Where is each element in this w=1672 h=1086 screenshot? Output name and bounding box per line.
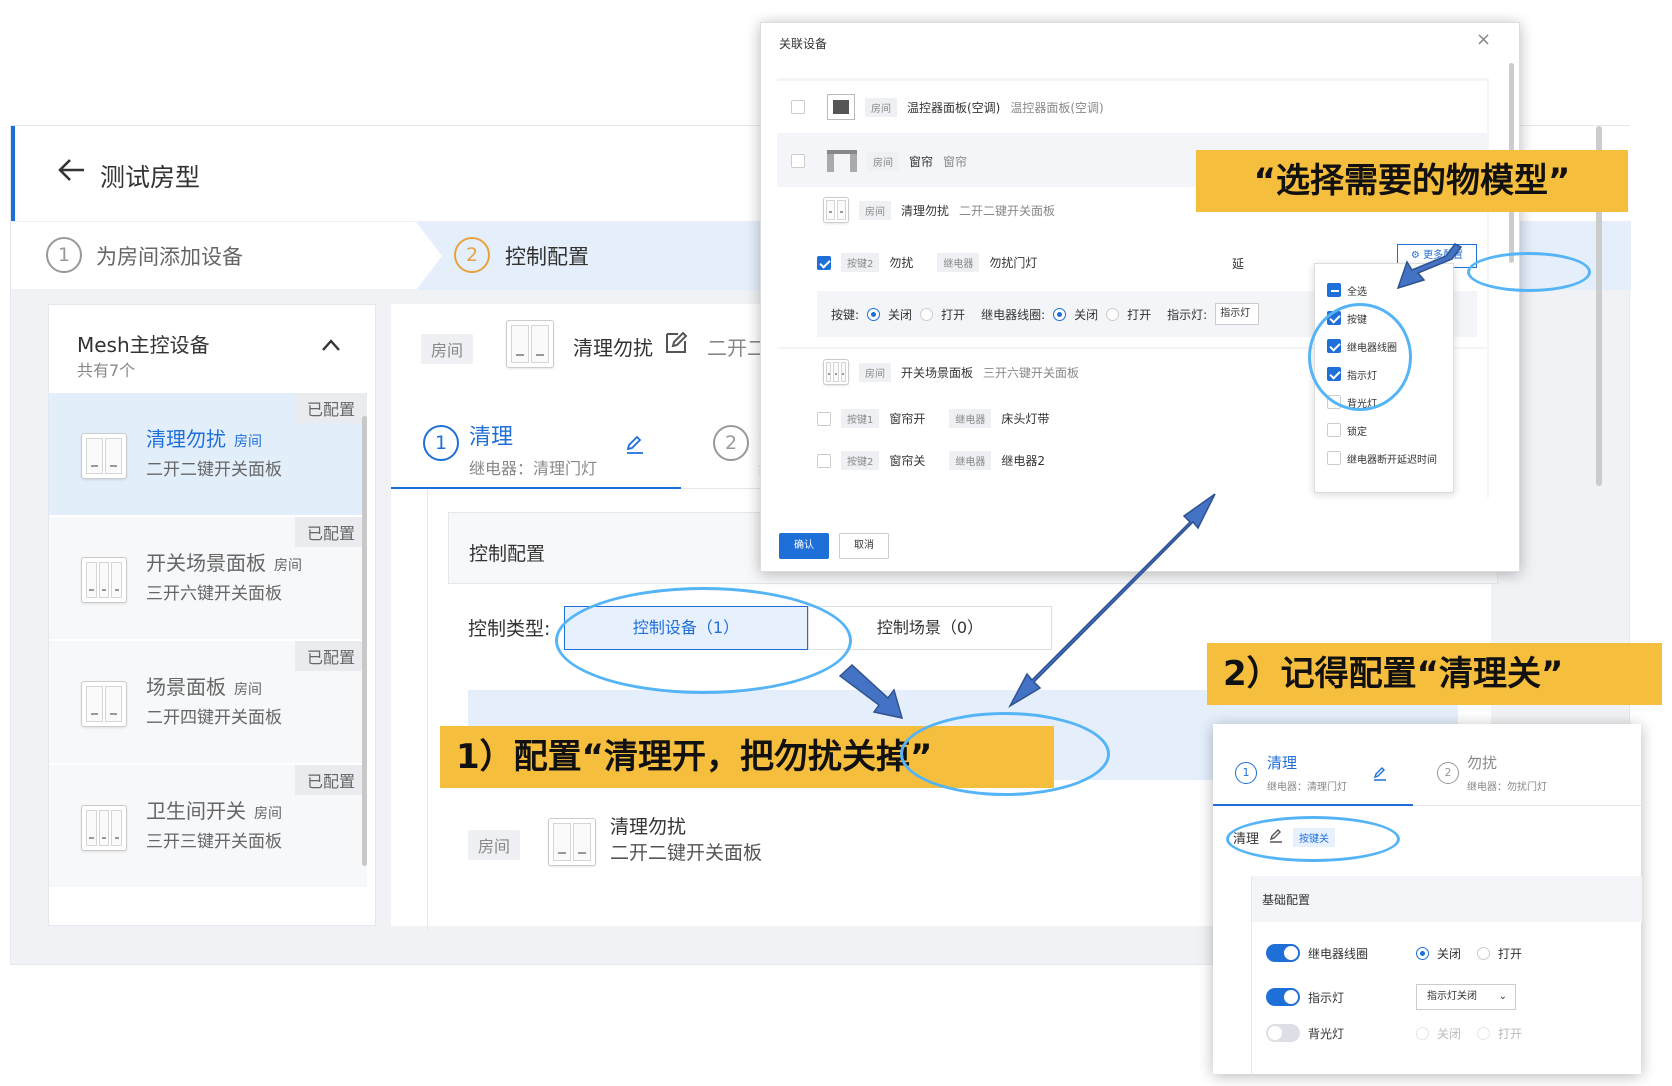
arrow-overlay — [838, 243, 1463, 719]
arrow-to-dropdown-icon — [1396, 243, 1463, 290]
arrow-double-icon — [1008, 493, 1216, 709]
arrow-to-device-row-icon — [838, 663, 904, 719]
